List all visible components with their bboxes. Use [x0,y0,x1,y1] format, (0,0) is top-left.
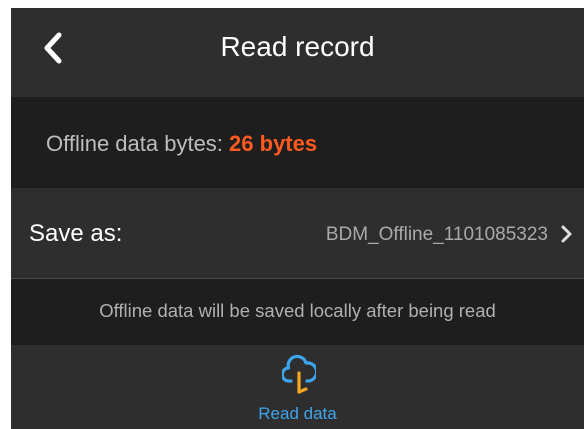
chevron-right-icon [561,225,572,243]
app-screen: Read record Offline data bytes: 26 bytes… [11,8,584,429]
header-bar: Read record [11,8,584,97]
action-bar: Read data [11,345,584,429]
cloud-download-icon [282,354,316,394]
info-note: Offline data will be saved locally after… [11,279,584,345]
offline-data-section: Offline data bytes: 26 bytes [11,97,584,188]
offline-data-info: Offline data bytes: 26 bytes [46,130,317,158]
offline-data-label: Offline data bytes: [46,131,230,156]
offline-data-value: 26 bytes [229,131,318,156]
read-data-label: Read data [258,404,337,423]
save-as-filename: BDM_Offline_1101085323 [325,224,548,245]
read-data-button[interactable]: Read data [231,351,364,425]
info-note-text: Offline data will be saved locally after… [99,300,496,321]
save-as-label: Save as: [29,220,123,247]
save-as-row[interactable]: Save as: BDM_Offline_1101085323 [11,188,584,278]
page-title: Read record [220,31,375,62]
